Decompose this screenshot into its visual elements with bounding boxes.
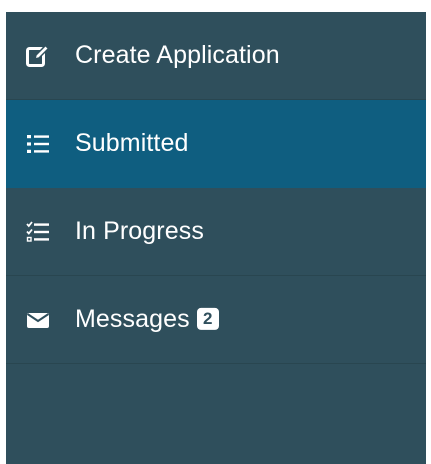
sidebar-item-label: Messages	[75, 304, 190, 333]
task-list-icon	[26, 220, 50, 244]
sidebar-item-label: Create Application	[75, 40, 280, 69]
sidebar-nav: Create Application Submitted In Progress…	[6, 12, 426, 464]
sidebar-item-create-application[interactable]: Create Application	[6, 12, 426, 100]
sidebar-item-messages[interactable]: Messages 2	[6, 276, 426, 364]
sidebar-item-in-progress[interactable]: In Progress	[6, 188, 426, 276]
sidebar-item-submitted[interactable]: Submitted	[6, 100, 426, 188]
envelope-icon	[26, 308, 50, 332]
edit-icon	[26, 43, 50, 68]
sidebar-item-label: In Progress	[75, 216, 204, 245]
sidebar-item-label-with-badge: Messages 2	[75, 304, 219, 333]
list-icon	[26, 132, 50, 156]
sidebar-item-label: Submitted	[75, 128, 189, 157]
unread-count-badge: 2	[196, 307, 219, 330]
